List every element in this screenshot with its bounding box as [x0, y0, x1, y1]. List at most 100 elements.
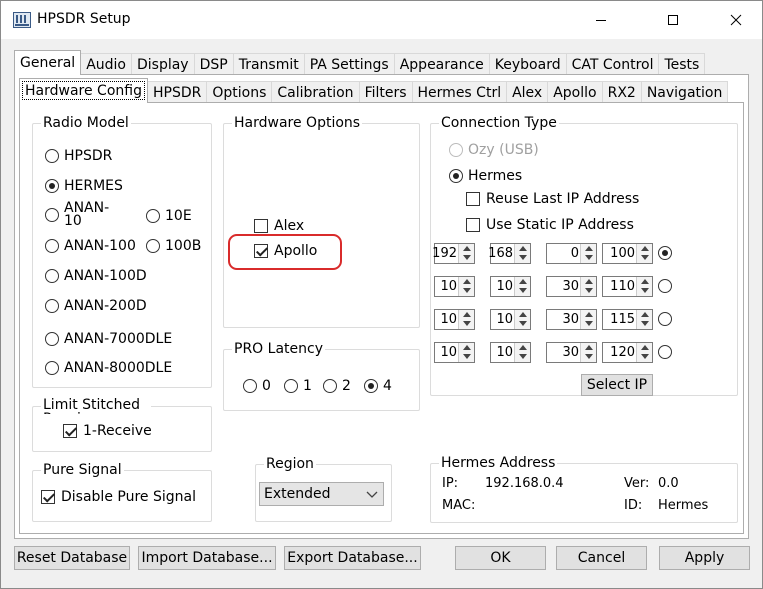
radio-hpsdr[interactable]: HPSDR [45, 148, 112, 164]
spin-arrows[interactable] [636, 343, 652, 362]
tab-filters[interactable]: Filters [358, 81, 413, 103]
ip-octet-spinner[interactable]: 10 [490, 276, 531, 297]
tab-hardware-config[interactable]: Hardware Config [19, 78, 148, 103]
disable-pure-signal-checkbox[interactable]: Disable Pure Signal [41, 489, 196, 505]
ip-octet-spinner[interactable]: 30 [546, 276, 597, 297]
ip-octet-spinner[interactable]: 120 [602, 342, 653, 363]
radio-anan-200d[interactable]: ANAN-200D [45, 298, 147, 314]
tab-rx2[interactable]: RX2 [601, 81, 642, 103]
ip-octet-spinner[interactable]: 30 [546, 342, 597, 363]
apply-button[interactable]: Apply [659, 546, 750, 570]
radio-dot [658, 279, 672, 293]
radio-anan-10[interactable]: ANAN- 10 [45, 201, 109, 228]
id-value: Hermes [658, 498, 709, 513]
ip-octet-spinner[interactable]: 10 [490, 309, 531, 330]
radio-anan-100[interactable]: ANAN-100 [45, 238, 136, 254]
spin-arrows[interactable] [580, 244, 596, 263]
export-database-button[interactable]: Export Database... [284, 546, 421, 570]
ip-octet-spinner[interactable]: 10 [434, 342, 475, 363]
radio-100b[interactable]: 100B [146, 238, 201, 254]
ip-octet-spinner[interactable]: 0 [546, 243, 597, 264]
radio-hermes[interactable]: HERMES [45, 178, 123, 194]
latency-4[interactable]: 4 [364, 378, 392, 394]
spin-arrows[interactable] [514, 343, 530, 362]
tab-apollo[interactable]: Apollo [547, 81, 603, 103]
ip-octet-spinner[interactable]: 30 [546, 309, 597, 330]
spin-arrows[interactable] [580, 310, 596, 329]
one-receive-checkbox[interactable]: 1-Receive [63, 423, 152, 439]
tab-appearance[interactable]: Appearance [393, 53, 490, 75]
radio-ozy-usb[interactable]: Ozy (USB) [449, 142, 539, 158]
spin-arrows[interactable] [458, 343, 474, 362]
ok-button[interactable]: OK [455, 546, 546, 570]
reset-database-button[interactable]: Reset Database [14, 546, 130, 570]
latency-1[interactable]: 1 [284, 378, 312, 394]
tab-audio[interactable]: Audio [80, 53, 132, 75]
spin-arrows[interactable] [580, 343, 596, 362]
spin-arrows[interactable] [458, 277, 474, 296]
ip-octet-spinner[interactable]: 110 [602, 276, 653, 297]
app-icon [13, 12, 31, 28]
tab-display[interactable]: Display [130, 53, 195, 75]
import-database-button[interactable]: Import Database... [138, 546, 276, 570]
tab-hermes-ctrl[interactable]: Hermes Ctrl [411, 81, 508, 103]
latency-0[interactable]: 0 [243, 378, 271, 394]
ip-octet-spinner[interactable]: 10 [434, 276, 475, 297]
ip-octet-spinner[interactable]: 115 [602, 309, 653, 330]
spin-arrows[interactable] [514, 244, 530, 263]
radio-anan-8000dle[interactable]: ANAN-8000DLE [45, 360, 172, 376]
ip-octet-spinner[interactable]: 10 [490, 342, 531, 363]
radio-dot [658, 246, 672, 260]
spin-arrows[interactable] [458, 310, 474, 329]
tab-keyboard[interactable]: Keyboard [488, 53, 567, 75]
tab-navigation[interactable]: Navigation [640, 81, 729, 103]
minimize-button[interactable] [578, 1, 624, 39]
spin-arrows[interactable] [636, 244, 652, 263]
use-static-ip-checkbox[interactable]: Use Static IP Address [466, 217, 634, 233]
radio-dot [364, 379, 378, 393]
region-select[interactable]: Extended [259, 482, 384, 506]
spin-arrows[interactable] [580, 277, 596, 296]
tab-options[interactable]: Options [206, 81, 273, 103]
radio-dot [45, 149, 59, 163]
tab-tests[interactable]: Tests [658, 53, 706, 75]
radio-dot [45, 239, 59, 253]
ip-row-1-radio[interactable] [658, 246, 677, 260]
tab-transmit[interactable]: Transmit [232, 53, 305, 75]
alex-checkbox[interactable]: Alex [254, 218, 304, 234]
radio-anan-100d[interactable]: ANAN-100D [45, 268, 147, 284]
ip-octet-spinner[interactable]: 168 [488, 243, 531, 264]
radio-dot [45, 332, 59, 346]
spin-arrows[interactable] [636, 310, 652, 329]
tab-pa-settings[interactable]: PA Settings [303, 53, 395, 75]
radio-anan-7000dle[interactable]: ANAN-7000DLE [45, 331, 172, 347]
radio-10e[interactable]: 10E [146, 208, 192, 224]
reuse-last-ip-checkbox[interactable]: Reuse Last IP Address [466, 191, 639, 207]
ip-octet-spinner[interactable]: 192 [432, 243, 475, 264]
tab-dsp[interactable]: DSP [193, 53, 234, 75]
radio-hermes-connection[interactable]: Hermes [449, 168, 522, 184]
ip-octet-spinner[interactable]: 100 [602, 243, 653, 264]
ip-row-2-radio[interactable] [658, 279, 677, 293]
cancel-button[interactable]: Cancel [556, 546, 647, 570]
pure-signal-group: Pure Signal Disable Pure Signal [32, 462, 212, 522]
spin-arrows[interactable] [458, 244, 474, 263]
title-bar[interactable]: HPSDR Setup [1, 1, 762, 39]
ip-row-4-radio[interactable] [658, 345, 677, 359]
spin-arrows[interactable] [514, 277, 530, 296]
spin-arrows[interactable] [514, 310, 530, 329]
tab-calibration[interactable]: Calibration [271, 81, 360, 103]
maximize-button[interactable] [650, 1, 696, 39]
ip-row-3-radio[interactable] [658, 312, 677, 326]
tab-cat-control[interactable]: CAT Control [565, 53, 660, 75]
hermes-address-title: Hermes Address [439, 455, 558, 471]
hardware-options-group: Hardware Options Alex Apollo [223, 115, 420, 328]
close-button[interactable] [713, 1, 759, 39]
tab-hpsdr[interactable]: HPSDR [146, 81, 208, 103]
tab-general[interactable]: General [14, 50, 82, 75]
select-ip-button[interactable]: Select IP [581, 374, 653, 396]
ip-octet-spinner[interactable]: 10 [434, 309, 475, 330]
tab-alex[interactable]: Alex [506, 81, 549, 103]
spin-arrows[interactable] [636, 277, 652, 296]
latency-2[interactable]: 2 [323, 378, 351, 394]
